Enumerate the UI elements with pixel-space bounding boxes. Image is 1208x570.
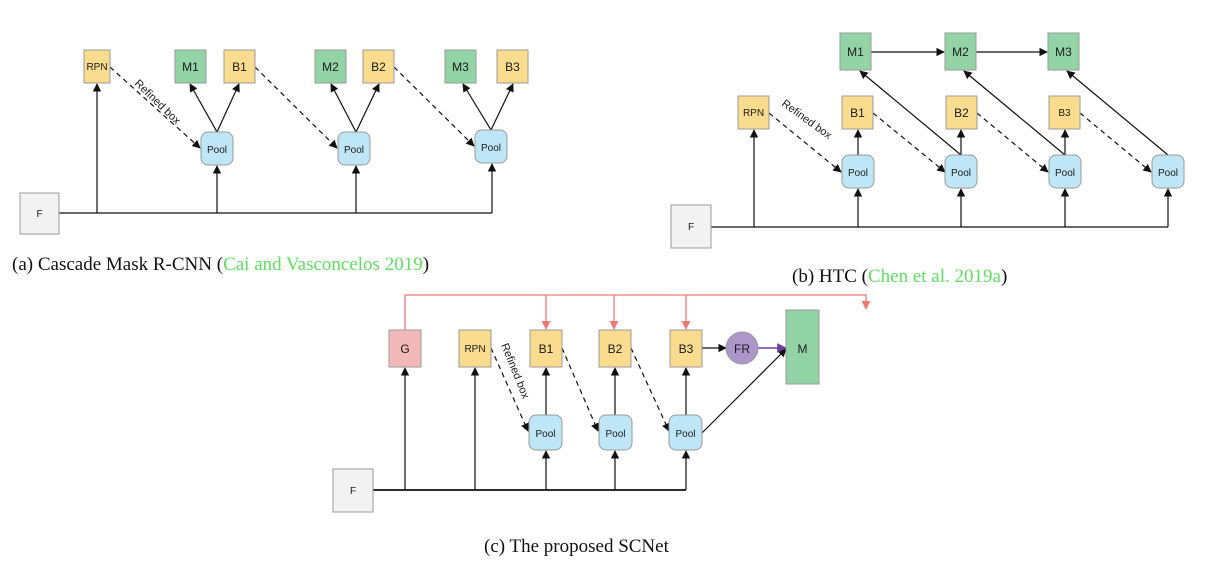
- refined-box-label: Refined box: [779, 98, 834, 143]
- node-f: F: [332, 468, 374, 513]
- node-b3: B3: [496, 49, 529, 84]
- svg-text:RPN: RPN: [86, 62, 107, 73]
- edge-pool2-b2: [355, 83, 380, 133]
- node-pool1: Pool: [841, 154, 875, 189]
- svg-text:Pool: Pool: [1158, 168, 1178, 179]
- citation-link[interactable]: Chen et al. 2019a: [868, 266, 1002, 287]
- svg-text:M1: M1: [847, 45, 864, 59]
- node-pool3: Pool: [668, 414, 703, 451]
- svg-text:M3: M3: [1055, 45, 1072, 59]
- svg-text:B3: B3: [505, 60, 520, 74]
- edge-b3-pool4-dashed: [1079, 112, 1152, 173]
- node-m1: M1: [174, 49, 207, 84]
- panel-c-scnet: Refined box G RPN B1 B2 B3 FR M Pool Poo…: [332, 294, 871, 557]
- edge-pool1-m1: [189, 83, 218, 133]
- node-pool3: Pool: [1048, 154, 1082, 189]
- node-rpn: RPN: [83, 49, 111, 84]
- panel-b-htc: Refined box M1 M2 M3 RPN B1 B2 B3 Pool P…: [670, 32, 1185, 287]
- node-b3: B3: [1048, 95, 1081, 130]
- panel-b-edges: [708, 47, 1173, 228]
- node-f: F: [670, 204, 712, 249]
- edge-pool4-m3: [1066, 70, 1169, 156]
- edge-pool3-m3: [462, 83, 492, 131]
- node-m2: M2: [314, 49, 347, 84]
- svg-text:Pool: Pool: [951, 168, 971, 179]
- node-b1: B1: [529, 329, 563, 368]
- panel-b-caption: (b) HTC (Chen et al. 2019a): [792, 266, 1007, 287]
- svg-text:Pool: Pool: [535, 429, 555, 440]
- node-fr: FR: [725, 331, 759, 365]
- svg-text:Pool: Pool: [481, 143, 501, 154]
- node-pool3: Pool: [474, 129, 508, 164]
- panel-a-caption: (a) Cascade Mask R-CNN (Cai and Vasconce…: [12, 254, 429, 275]
- edge-pool2-m2: [330, 83, 357, 133]
- svg-text:Pool: Pool: [1055, 168, 1075, 179]
- svg-text:B2: B2: [608, 342, 623, 356]
- svg-text:M: M: [798, 342, 808, 356]
- svg-text:B2: B2: [954, 106, 969, 120]
- svg-text:Pool: Pool: [344, 145, 364, 156]
- node-m1: M1: [839, 32, 872, 71]
- svg-text:M2: M2: [322, 60, 339, 74]
- svg-text:B3: B3: [679, 342, 694, 356]
- node-pool2: Pool: [944, 154, 978, 189]
- svg-text:FR: FR: [734, 342, 750, 356]
- svg-text:F: F: [36, 209, 42, 220]
- svg-text:B3: B3: [1058, 108, 1071, 119]
- svg-text:B2: B2: [371, 60, 386, 74]
- node-pool2: Pool: [598, 414, 633, 451]
- node-g: G: [388, 329, 422, 368]
- node-pool4: Pool: [1151, 154, 1185, 189]
- svg-text:B1: B1: [539, 342, 554, 356]
- svg-text:Pool: Pool: [207, 145, 227, 156]
- svg-text:RPN: RPN: [464, 344, 485, 355]
- svg-text:M2: M2: [952, 45, 969, 59]
- svg-text:F: F: [350, 486, 356, 497]
- edge-b2-pool3-dashed: [630, 347, 670, 432]
- node-pool1: Pool: [528, 414, 563, 451]
- node-m3: M3: [444, 49, 477, 84]
- refined-box-label: Refined box: [132, 78, 183, 128]
- svg-text:Pool: Pool: [848, 168, 868, 179]
- svg-text:G: G: [400, 342, 409, 356]
- node-rpn: RPN: [458, 329, 492, 368]
- svg-text:Pool: Pool: [605, 429, 625, 440]
- node-b2: B2: [945, 95, 978, 130]
- node-m: M: [785, 309, 820, 385]
- node-b1: B1: [223, 49, 256, 84]
- node-b3: B3: [669, 329, 703, 368]
- svg-text:Pool: Pool: [675, 429, 695, 440]
- edge-b1-pool2-dashed: [872, 112, 946, 173]
- edge-b1-pool2-dashed: [561, 347, 599, 432]
- edge-pool1-b1: [216, 83, 240, 133]
- citation-link[interactable]: Cai and Vasconcelos 2019: [223, 254, 423, 275]
- svg-text:F: F: [688, 222, 694, 233]
- node-pool1: Pool: [200, 131, 234, 166]
- node-m2: M2: [944, 32, 977, 71]
- panel-a-edges: [59, 66, 514, 214]
- refined-box-label: Refined box: [498, 342, 531, 401]
- panel-c-edges: [373, 343, 787, 491]
- node-b1: B1: [841, 95, 874, 130]
- node-f: F: [19, 192, 60, 235]
- node-pool2: Pool: [337, 131, 371, 166]
- architecture-diagram: Refined box RPN M1 B1 M2 B2 M3 B3 Pool P…: [12, 32, 1185, 557]
- node-b2: B2: [598, 329, 632, 368]
- svg-text:B1: B1: [232, 60, 247, 74]
- edge-pool3-b3: [490, 83, 514, 131]
- svg-text:RPN: RPN: [743, 108, 764, 119]
- panel-a-cascade-mask-rcnn: Refined box RPN M1 B1 M2 B2 M3 B3 Pool P…: [12, 49, 529, 275]
- svg-text:M3: M3: [452, 60, 469, 74]
- node-rpn: RPN: [737, 95, 770, 130]
- edge-b2-pool3-dashed: [976, 112, 1049, 173]
- node-b2: B2: [362, 49, 395, 84]
- svg-text:B1: B1: [850, 106, 865, 120]
- panel-c-caption: (c) The proposed SCNet: [484, 536, 670, 557]
- svg-text:M1: M1: [182, 60, 199, 74]
- node-m3: M3: [1047, 32, 1080, 71]
